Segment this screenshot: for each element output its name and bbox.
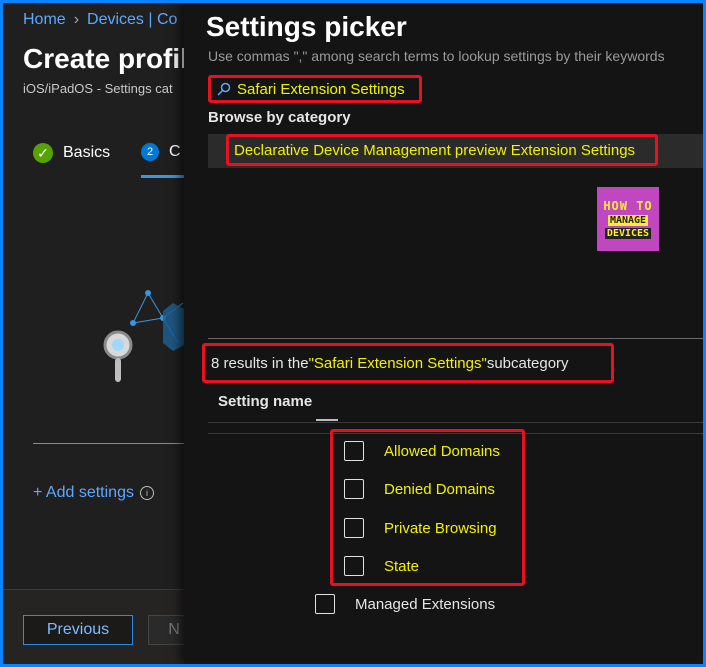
setting-label: State — [384, 557, 420, 575]
checkbox[interactable] — [344, 441, 364, 461]
setting-item[interactable]: Allowed Domains — [344, 441, 500, 461]
setting-item[interactable]: Denied Domains — [344, 479, 495, 499]
results-separator — [208, 338, 703, 339]
breadcrumb-devices[interactable]: Devices | Co — [87, 11, 177, 28]
setting-label: Managed Extensions — [355, 595, 496, 613]
browse-by-category-label: Browse by category — [208, 109, 351, 126]
setting-item[interactable]: Private Browsing — [344, 518, 497, 538]
step-label: Basics — [63, 144, 111, 161]
column-resize-handle[interactable] — [316, 419, 338, 421]
watermark-logo: HOW TO MANAGE DEVICES — [597, 187, 659, 251]
panel-title: Settings picker — [206, 11, 407, 42]
add-settings-link[interactable]: + Add settings i — [33, 484, 154, 502]
results-summary: 8 results in the "Safari Extension Setti… — [202, 343, 614, 383]
category-label: Declarative Device Management preview Ex… — [234, 141, 636, 159]
setting-label: Denied Domains — [384, 480, 495, 498]
settings-picker-panel: Settings picker Use commas "," among sea… — [184, 3, 703, 664]
wizard-step-configuration[interactable]: 2 C — [141, 143, 181, 161]
checkbox[interactable] — [344, 518, 364, 538]
setting-item[interactable]: State — [344, 556, 419, 576]
magnifier-illustration-icon — [103, 290, 188, 382]
setting-label: Private Browsing — [384, 519, 497, 537]
info-icon[interactable]: i — [139, 486, 154, 500]
results-subcategory: "Safari Extension Settings" — [308, 354, 487, 372]
step-label: C — [169, 143, 181, 160]
section-divider — [33, 443, 203, 444]
search-icon — [217, 82, 231, 96]
checkmark-icon: ✓ — [33, 143, 53, 163]
setting-label: Allowed Domains — [384, 442, 500, 460]
search-hint: Use commas "," among search terms to loo… — [208, 48, 665, 64]
logo-text-line1: HOW TO — [603, 199, 653, 213]
results-suffix: subcategory — [486, 354, 569, 372]
page-title: Create profil — [23, 43, 188, 74]
previous-button[interactable]: Previous — [23, 615, 133, 645]
search-input[interactable]: Safari Extension Settings — [208, 75, 422, 103]
checkbox[interactable] — [344, 556, 364, 576]
add-settings-label: + Add settings — [33, 484, 134, 501]
table-divider — [208, 422, 703, 423]
breadcrumb: Home › Devices | Co — [23, 11, 177, 29]
chevron-right-icon: › — [73, 11, 80, 28]
results-prefix: 8 results in the — [211, 354, 309, 372]
page-subtitle: iOS/iPadOS - Settings cat — [23, 81, 173, 96]
wizard-step-basics[interactable]: ✓ Basics — [33, 143, 110, 163]
search-value: Safari Extension Settings — [237, 80, 405, 98]
category-item[interactable]: Declarative Device Management preview Ex… — [226, 134, 658, 166]
checkbox[interactable] — [315, 594, 335, 614]
checkbox[interactable] — [344, 479, 364, 499]
logo-text-line3: DEVICES — [604, 228, 652, 239]
setting-item[interactable]: Managed Extensions — [315, 594, 495, 614]
screenshot-frame: Home › Devices | Co Create profil iOS/iPad… — [0, 0, 706, 667]
step-number: 2 — [141, 143, 159, 161]
column-header-setting-name[interactable]: Setting name — [218, 393, 312, 410]
breadcrumb-home[interactable]: Home — [23, 11, 66, 28]
logo-text-line2: MANAGE — [607, 215, 649, 226]
